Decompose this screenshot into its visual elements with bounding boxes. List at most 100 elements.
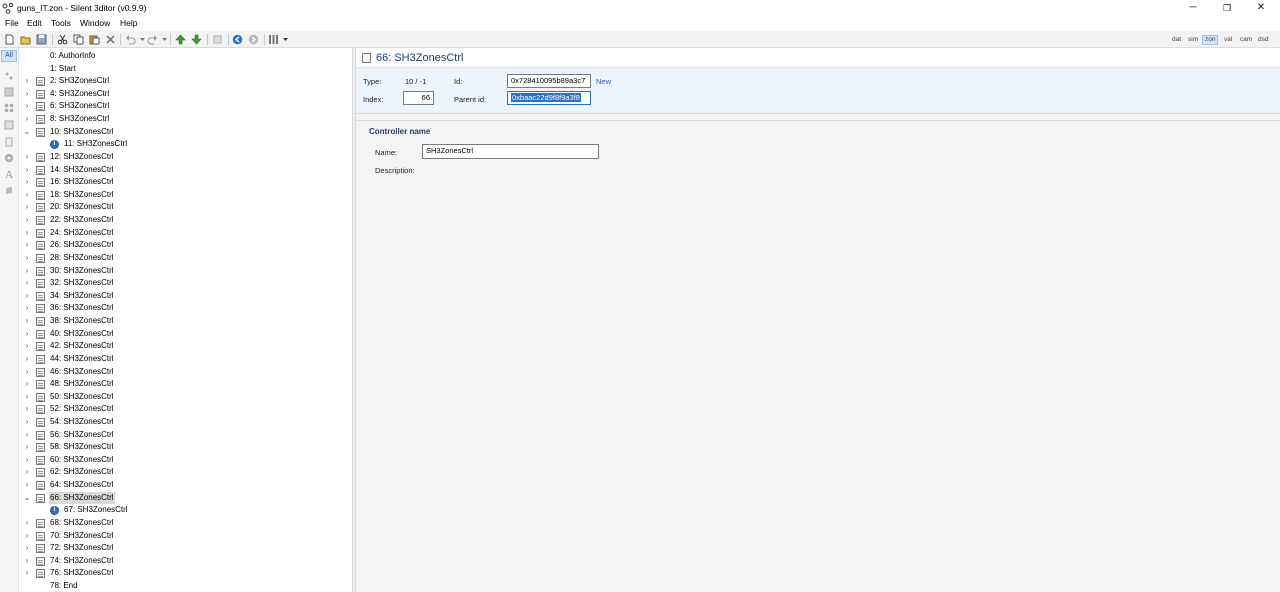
tree-node[interactable]: › 74: SH3ZonesCtrl — [20, 555, 350, 567]
dots-icon[interactable] — [4, 103, 14, 113]
expand-chevron-icon[interactable]: › — [23, 328, 31, 340]
expand-chevron-icon[interactable]: › — [23, 429, 31, 441]
menu-help[interactable]: Help — [120, 18, 137, 28]
redo-icon[interactable] — [147, 34, 158, 45]
mode-tab-sim[interactable]: sim — [1186, 35, 1200, 45]
gear-icon[interactable] — [4, 153, 14, 163]
expand-chevron-icon[interactable]: › — [23, 542, 31, 554]
tree-node[interactable]: › 54: SH3ZonesCtrl — [20, 416, 350, 428]
tree-node[interactable]: › 30: SH3ZonesCtrl — [20, 265, 350, 277]
tree-node[interactable]: › 26: SH3ZonesCtrl — [20, 239, 350, 251]
tree-node[interactable]: › 68: SH3ZonesCtrl — [20, 517, 350, 529]
parent-id-field[interactable]: 0xbaac22d9f8f9a3f8 — [507, 91, 591, 105]
expand-chevron-icon[interactable]: › — [23, 252, 31, 264]
expand-chevron-icon[interactable]: › — [23, 239, 31, 251]
tree-node[interactable]: › 16: SH3ZonesCtrl — [20, 176, 350, 188]
mode-tab-cam[interactable]: cam — [1238, 35, 1254, 45]
tree-node[interactable]: 1: Start — [20, 63, 350, 75]
tree-node[interactable]: › 8: SH3ZonesCtrl — [20, 113, 350, 125]
tree-node[interactable]: › 38: SH3ZonesCtrl — [20, 315, 350, 327]
expand-chevron-icon[interactable]: › — [23, 75, 31, 87]
move-down-icon[interactable] — [191, 34, 202, 45]
mode-tab-zon[interactable]: zon — [1202, 35, 1219, 45]
minimize-button[interactable]: ─ — [1176, 0, 1210, 16]
shape-icon[interactable] — [4, 71, 14, 81]
expand-chevron-icon[interactable]: › — [23, 366, 31, 378]
expand-chevron-icon[interactable]: › — [23, 416, 31, 428]
tree-node[interactable]: › 46: SH3ZonesCtrl — [20, 366, 350, 378]
expand-chevron-icon[interactable]: › — [23, 277, 31, 289]
tree-node[interactable]: › 58: SH3ZonesCtrl — [20, 441, 350, 453]
columns-dropdown-icon[interactable] — [280, 34, 291, 45]
expand-chevron-icon[interactable]: › — [23, 530, 31, 542]
disabled-icon[interactable] — [212, 34, 223, 45]
tree-node[interactable]: › 24: SH3ZonesCtrl — [20, 227, 350, 239]
back-icon[interactable] — [232, 34, 243, 45]
block-icon[interactable] — [4, 185, 14, 195]
expand-chevron-icon[interactable]: › — [23, 189, 31, 201]
tree-node[interactable]: › 32: SH3ZonesCtrl — [20, 277, 350, 289]
name-field[interactable]: SH3ZonesCtrl — [422, 144, 599, 159]
tree-node[interactable]: › 62: SH3ZonesCtrl — [20, 466, 350, 478]
paste-icon[interactable] — [89, 34, 100, 45]
tree-node[interactable]: 78: End — [20, 580, 350, 592]
tree-node[interactable]: › 76: SH3ZonesCtrl — [20, 567, 350, 579]
expand-chevron-icon[interactable]: › — [23, 441, 31, 453]
cut-icon[interactable] — [57, 34, 68, 45]
tree-node[interactable]: ⌄ 10: SH3ZonesCtrl — [20, 126, 350, 138]
mode-tab-dsd[interactable]: dsd — [1256, 35, 1270, 45]
grid-icon[interactable] — [4, 120, 14, 130]
mode-tab-val[interactable]: val — [1222, 35, 1234, 45]
new-file-icon[interactable] — [4, 34, 15, 45]
expand-chevron-icon[interactable]: › — [23, 391, 31, 403]
expand-chevron-icon[interactable]: › — [23, 479, 31, 491]
open-folder-icon[interactable] — [20, 34, 31, 45]
tree-node[interactable]: › 52: SH3ZonesCtrl — [20, 403, 350, 415]
tree-node[interactable]: › 40: SH3ZonesCtrl — [20, 328, 350, 340]
expand-chevron-icon[interactable]: › — [23, 454, 31, 466]
columns-icon[interactable] — [268, 34, 279, 45]
tree-node[interactable]: › 72: SH3ZonesCtrl — [20, 542, 350, 554]
tree-node[interactable]: › 4: SH3ZonesCtrl — [20, 88, 350, 100]
restore-button[interactable]: ❐ — [1210, 0, 1244, 16]
expand-chevron-icon[interactable]: › — [23, 567, 31, 579]
mode-tab-dat[interactable]: dat — [1170, 35, 1183, 45]
expand-chevron-icon[interactable]: › — [23, 265, 31, 277]
tree-node[interactable]: › 12: SH3ZonesCtrl — [20, 151, 350, 163]
expand-chevron-icon[interactable]: › — [23, 403, 31, 415]
tree-node[interactable]: › 48: SH3ZonesCtrl — [20, 378, 350, 390]
tree-node[interactable]: › 20: SH3ZonesCtrl — [20, 201, 350, 213]
expand-chevron-icon[interactable]: › — [23, 88, 31, 100]
tree-node[interactable]: › 6: SH3ZonesCtrl — [20, 100, 350, 112]
expand-chevron-icon[interactable]: › — [23, 227, 31, 239]
collapse-chevron-icon[interactable]: ⌄ — [23, 492, 31, 504]
tree-node[interactable]: › 60: SH3ZonesCtrl — [20, 454, 350, 466]
expand-chevron-icon[interactable]: › — [23, 164, 31, 176]
expand-chevron-icon[interactable]: › — [23, 340, 31, 352]
tree-node[interactable]: › 64: SH3ZonesCtrl — [20, 479, 350, 491]
tree-node[interactable]: › 56: SH3ZonesCtrl — [20, 429, 350, 441]
expand-chevron-icon[interactable]: › — [23, 113, 31, 125]
expand-chevron-icon[interactable]: › — [23, 353, 31, 365]
undo-icon[interactable] — [125, 34, 136, 45]
tree-node[interactable]: › 34: SH3ZonesCtrl — [20, 290, 350, 302]
expand-chevron-icon[interactable]: › — [23, 466, 31, 478]
id-field[interactable]: 0x728410095b89a3c7 — [507, 74, 591, 88]
tree-node[interactable]: › 18: SH3ZonesCtrl — [20, 189, 350, 201]
tree-node[interactable]: ⌄ 66: SH3ZonesCtrl — [20, 491, 350, 504]
forward-icon[interactable] — [248, 34, 259, 45]
category-all-tab[interactable]: All — [1, 50, 17, 62]
expand-chevron-icon[interactable]: › — [23, 517, 31, 529]
tree-node[interactable]: › 14: SH3ZonesCtrl — [20, 164, 350, 176]
tree-node[interactable]: › 70: SH3ZonesCtrl — [20, 530, 350, 542]
tree-node[interactable]: 0: AuthorInfo — [20, 50, 350, 62]
expand-chevron-icon[interactable]: › — [23, 151, 31, 163]
cube-icon[interactable] — [4, 87, 14, 97]
menu-file[interactable]: File — [5, 18, 19, 28]
menu-window[interactable]: Window — [80, 18, 110, 28]
expand-chevron-icon[interactable]: › — [23, 100, 31, 112]
collapse-chevron-icon[interactable]: ⌄ — [23, 126, 31, 138]
delete-icon[interactable] — [105, 34, 116, 45]
index-field[interactable]: 66 — [403, 91, 434, 105]
move-up-icon[interactable] — [175, 34, 186, 45]
